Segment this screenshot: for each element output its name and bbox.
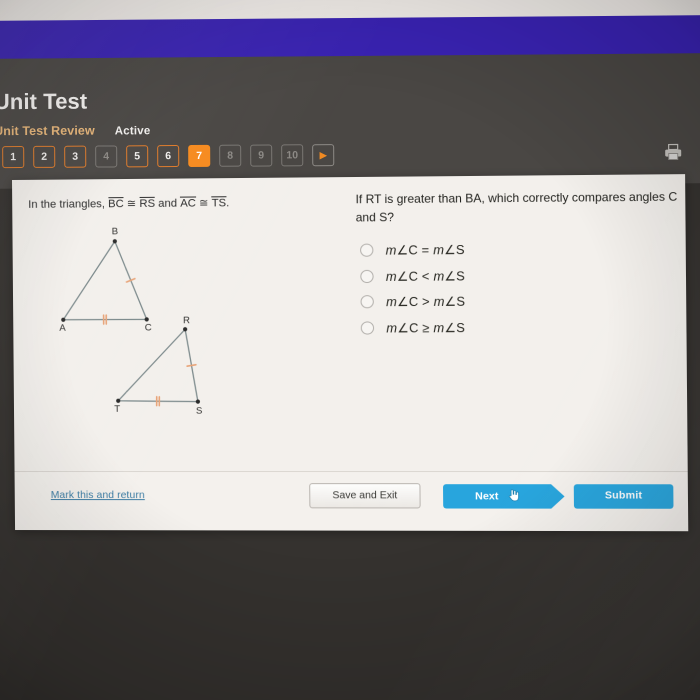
- triangle-abc-vertex-dot-B: [112, 238, 117, 243]
- triangle-rst-vertex-dot-R: [182, 327, 188, 332]
- radio-button-icon[interactable]: [360, 295, 374, 309]
- triangle-abc-outline: [62, 239, 147, 320]
- next-button-label: Next: [474, 489, 499, 502]
- photo-backdrop: Unit Test Unit Test Review Active 123456…: [0, 0, 700, 700]
- card-footer: Mark this and return Save and Exit Next …: [14, 471, 689, 532]
- question-text: If RT is greater than BA, which correctl…: [355, 189, 678, 225]
- question-nav-button-10[interactable]: 10: [281, 144, 304, 167]
- question-nav-button-4[interactable]: 4: [95, 145, 118, 168]
- triangle-rst-vertex-label-T: T: [114, 404, 120, 415]
- radio-button-icon[interactable]: [360, 269, 374, 283]
- prompt-period: .: [226, 197, 230, 210]
- prompt-lead: In the triangles,: [28, 198, 105, 211]
- question-card: In the triangles, BC ≅ RS and AC ≅ TS. A…: [12, 174, 689, 532]
- triangle-rst-outline: [118, 329, 198, 402]
- answer-option-4[interactable]: m∠C ≥ m∠S: [360, 313, 681, 340]
- submit-button[interactable]: Submit: [573, 483, 674, 509]
- congruent-symbol-1: ≅: [126, 197, 137, 211]
- congruent-symbol-2: ≅: [198, 197, 209, 210]
- segment-rs: RS: [139, 196, 156, 211]
- triangle-rst-vertex-label-S: S: [196, 406, 202, 417]
- answer-option-label: m∠C = m∠S: [385, 243, 465, 258]
- triangle-figures: A B C T S R: [12, 217, 347, 445]
- question-nav-button-8[interactable]: 8: [219, 144, 242, 167]
- radio-button-icon[interactable]: [360, 243, 374, 258]
- question-nav-button-3[interactable]: 3: [64, 145, 87, 168]
- triangle-rst-vertex-dot-T: [116, 398, 121, 403]
- answer-options[interactable]: m∠C = m∠S m∠C < m∠S m∠C > m∠S m∠C ≥ m∠S: [360, 235, 680, 340]
- page-title: Unit Test: [0, 88, 88, 115]
- triangle-abc-vertex-dot-C: [144, 317, 149, 322]
- question-nav-button-9[interactable]: 9: [250, 144, 273, 167]
- question-navigator[interactable]: 1 2 3 4 5 6 7 8 9 10 ▶: [2, 144, 335, 169]
- tab-active[interactable]: Active: [115, 125, 151, 137]
- triangle-rst-vertex-label-R: R: [183, 315, 190, 326]
- app-header: Unit Test Unit Test Review Active 123456…: [0, 54, 700, 188]
- prompt-conjunction: and: [158, 197, 178, 210]
- prompt-text: In the triangles, BC ≅ RS and AC ≅ TS.: [28, 194, 331, 213]
- question-nav-button-5[interactable]: 5: [126, 145, 149, 168]
- tab-unit-test-review[interactable]: Unit Test Review: [0, 124, 95, 139]
- triangle-abc-vertex-dot-A: [61, 317, 66, 322]
- question-nav-button-1[interactable]: 1: [2, 145, 25, 169]
- hand-cursor-icon: [507, 488, 520, 504]
- answer-option-label: m∠C > m∠S: [386, 294, 466, 310]
- triangle-abc-vertex-label-A: A: [59, 323, 66, 334]
- footer-buttons: Save and Exit Next Submit: [309, 483, 674, 509]
- answer-option-3[interactable]: m∠C > m∠S: [360, 287, 680, 314]
- answer-option-label: m∠C ≥ m∠S: [386, 320, 466, 336]
- save-and-exit-button[interactable]: Save and Exit: [309, 483, 421, 509]
- question-nav-button-6[interactable]: 6: [157, 145, 180, 168]
- triangle-rst-vertex-dot-S: [195, 399, 201, 404]
- question-nav-button-7[interactable]: 7: [188, 144, 211, 167]
- next-button[interactable]: Next: [442, 483, 552, 509]
- segment-ac: AC: [180, 196, 196, 211]
- tab-bar: Unit Test Review Active: [0, 123, 151, 139]
- question-nav-button-2[interactable]: 2: [33, 145, 56, 168]
- mark-this-and-return-link[interactable]: Mark this and return: [51, 490, 145, 501]
- answer-option-1[interactable]: m∠C = m∠S: [360, 235, 680, 263]
- segment-bc: BC: [108, 197, 124, 211]
- segment-ts: TS: [211, 196, 227, 210]
- answer-option-2[interactable]: m∠C < m∠S: [360, 261, 680, 289]
- triangle-rst-RS-tick-1: [187, 365, 196, 366]
- printer-icon[interactable]: [660, 140, 686, 164]
- question-nav-next-arrow-button[interactable]: ▶: [312, 144, 335, 167]
- triangle-abc-vertex-label-B: B: [112, 226, 118, 237]
- triangle-abc-vertex-label-C: C: [145, 322, 152, 333]
- radio-button-icon[interactable]: [360, 321, 375, 335]
- answer-option-label: m∠C < m∠S: [385, 269, 466, 284]
